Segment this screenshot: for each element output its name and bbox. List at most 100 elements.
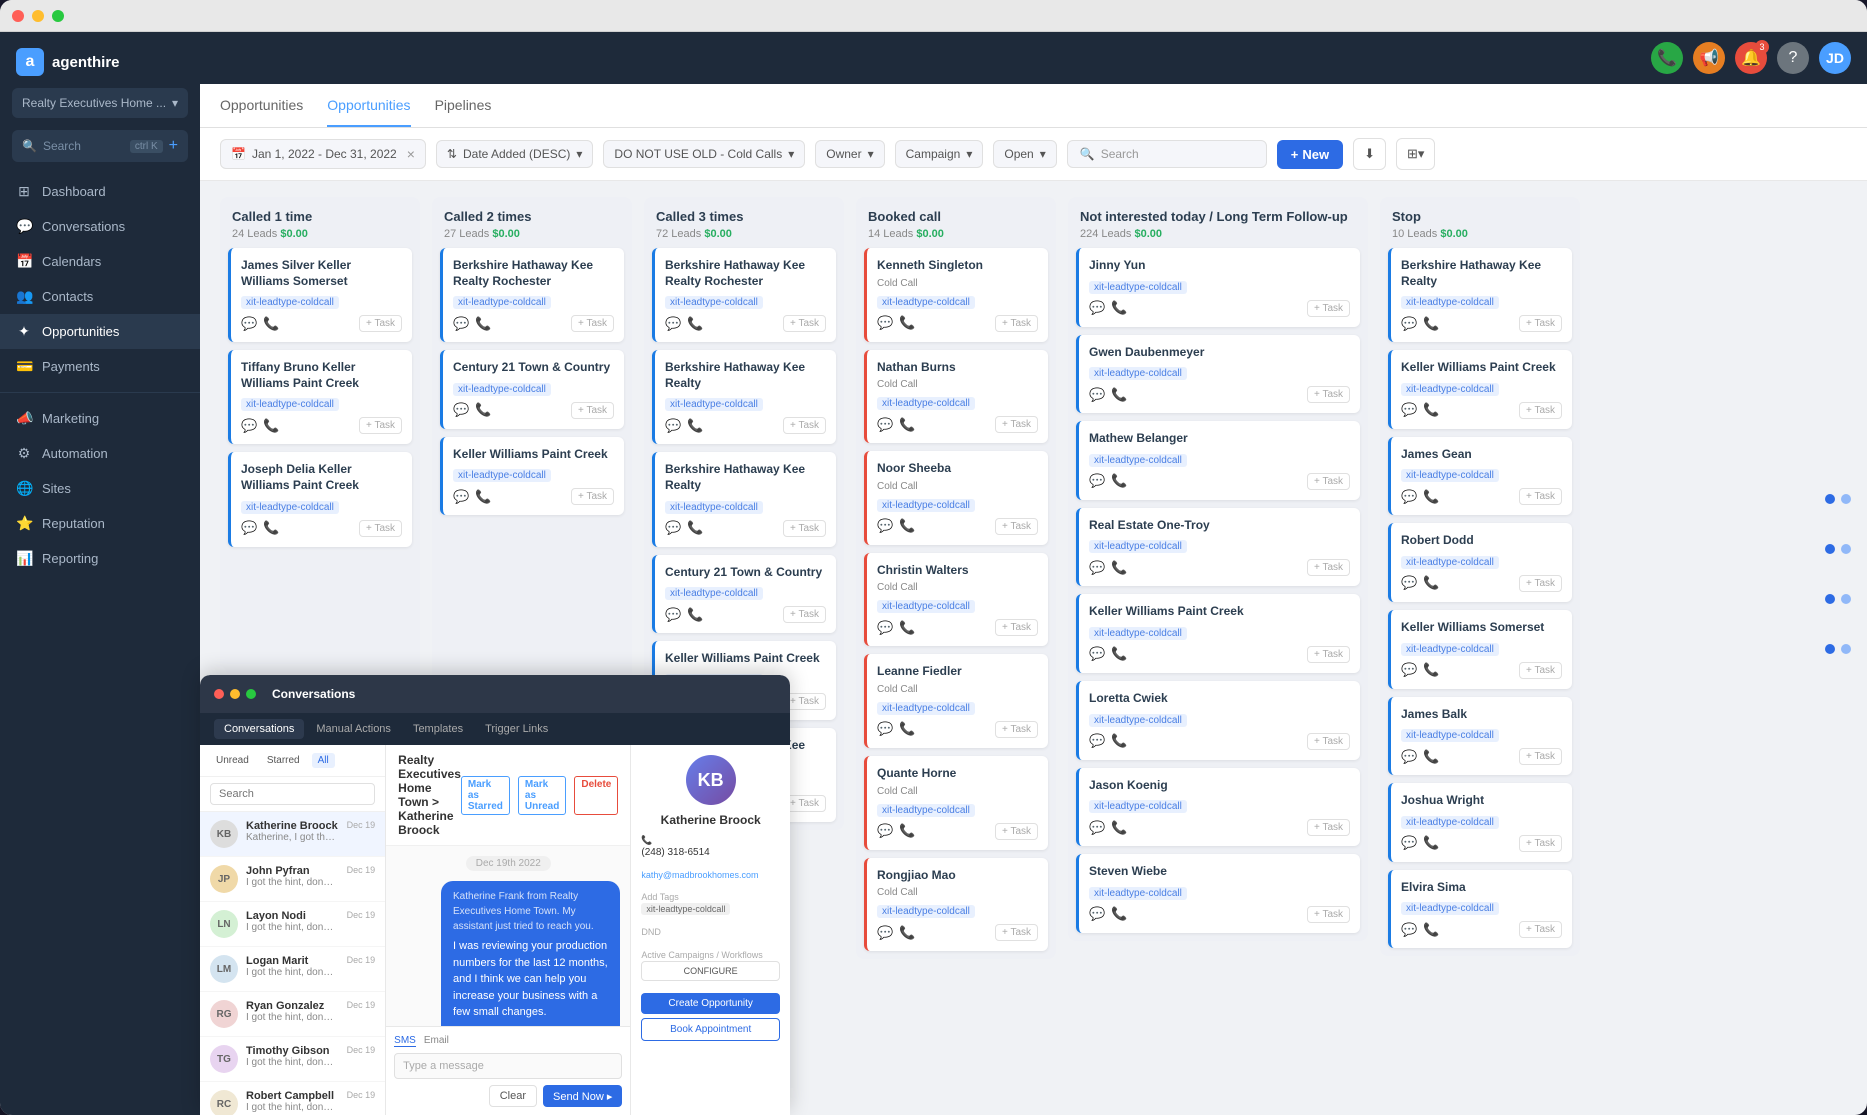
kanban-card[interactable]: Real Estate One-Troy xit-leadtype-coldca… [1076, 508, 1360, 587]
sidebar-item-contacts[interactable]: 👥 Contacts [0, 279, 200, 314]
phone-icon[interactable]: 📞 [475, 316, 491, 332]
sidebar-item-reputation[interactable]: ⭐ Reputation [0, 506, 200, 541]
add-task-button[interactable]: + Task [359, 417, 402, 434]
sms-tab[interactable]: SMS [394, 1035, 416, 1047]
chat-icon[interactable]: 💬 [877, 417, 893, 433]
kanban-card[interactable]: Keller Williams Somerset xit-leadtype-co… [1388, 610, 1572, 689]
chat-icon[interactable]: 💬 [877, 721, 893, 737]
sidebar-item-sites[interactable]: 🌐 Sites [0, 471, 200, 506]
help-button[interactable]: ? [1777, 42, 1809, 74]
kanban-card[interactable]: James Balk xit-leadtype-coldcall 💬 📞 + T… [1388, 697, 1572, 776]
mark-unread-button[interactable]: Mark as Unread [518, 776, 566, 815]
phone-icon[interactable]: 📞 [1111, 906, 1127, 922]
chat-icon[interactable]: 💬 [241, 520, 257, 536]
sort-filter[interactable]: ⇅ Date Added (DESC) ▾ [436, 140, 593, 168]
overlay-tab-manual-actions[interactable]: Manual Actions [306, 719, 401, 739]
chat-icon[interactable]: 💬 [665, 520, 681, 536]
chat-icon[interactable]: 💬 [665, 418, 681, 434]
kanban-card[interactable]: Loretta Cwiek xit-leadtype-coldcall 💬 📞 … [1076, 681, 1360, 760]
add-task-button[interactable]: + Task [359, 520, 402, 537]
chat-icon[interactable]: 💬 [877, 925, 893, 941]
close-button[interactable] [12, 10, 24, 22]
chat-icon[interactable]: 💬 [1089, 646, 1105, 662]
chat-icon[interactable]: 💬 [1401, 402, 1417, 418]
chat-icon[interactable]: 💬 [1089, 733, 1105, 749]
add-task-button[interactable]: + Task [1519, 748, 1562, 765]
add-task-button[interactable]: + Task [995, 924, 1038, 941]
add-task-button[interactable]: + Task [1519, 315, 1562, 332]
phone-icon[interactable]: 📞 [1111, 733, 1127, 749]
sidebar-item-conversations[interactable]: 💬 Conversations [0, 209, 200, 244]
kanban-card[interactable]: Joseph Delia Keller Williams Paint Creek… [228, 452, 412, 546]
campaign-filter[interactable]: Campaign ▾ [895, 140, 984, 168]
chat-icon[interactable]: 💬 [1401, 749, 1417, 765]
workspace-selector[interactable]: Realty Executives Home ... ▾ [12, 88, 188, 118]
add-task-button[interactable]: + Task [783, 315, 826, 332]
conv-item[interactable]: LM Logan Marit I got the hint, done a...… [200, 947, 385, 992]
conv-item[interactable]: KB Katherine Broock Katherine, I got the… [200, 812, 385, 857]
bell-button[interactable]: 🔔3 [1735, 42, 1767, 74]
kanban-card[interactable]: Mathew Belanger xit-leadtype-coldcall 💬 … [1076, 421, 1360, 500]
phone-icon[interactable]: 📞 [1111, 820, 1127, 836]
overlay-min-button[interactable] [230, 689, 240, 699]
sidebar-item-automation[interactable]: ⚙ Automation [0, 436, 200, 471]
kanban-card[interactable]: Berkshire Hathaway Kee Realty Rochester … [652, 248, 836, 342]
add-task-button[interactable]: + Task [995, 518, 1038, 535]
owner-filter[interactable]: Owner ▾ [815, 140, 884, 168]
chat-icon[interactable]: 💬 [241, 418, 257, 434]
kanban-card[interactable]: Christin Walters Cold Call xit-leadtype-… [864, 553, 1048, 647]
sidebar-item-payments[interactable]: 💳 Payments [0, 349, 200, 384]
chat-icon[interactable]: 💬 [1089, 387, 1105, 403]
add-task-button[interactable]: + Task [783, 520, 826, 537]
phone-icon[interactable]: 📞 [1111, 300, 1127, 316]
kanban-card[interactable]: Jason Koenig xit-leadtype-coldcall 💬 📞 +… [1076, 768, 1360, 847]
kanban-card[interactable]: Joshua Wright xit-leadtype-coldcall 💬 📞 … [1388, 783, 1572, 862]
chat-icon[interactable]: 💬 [665, 316, 681, 332]
chat-icon[interactable]: 💬 [453, 316, 469, 332]
chat-icon[interactable]: 💬 [877, 823, 893, 839]
kanban-card[interactable]: Century 21 Town & Country xit-leadtype-c… [440, 350, 624, 429]
conv-item[interactable]: TG Timothy Gibson I got the hint, done a… [200, 1037, 385, 1082]
phone-icon[interactable]: 📞 [263, 316, 279, 332]
kanban-card[interactable]: Noor Sheeba Cold Call xit-leadtype-coldc… [864, 451, 1048, 545]
phone-icon[interactable]: 📞 [263, 520, 279, 536]
phone-icon[interactable]: 📞 [1423, 489, 1439, 505]
add-task-button[interactable]: + Task [1307, 646, 1350, 663]
phone-icon[interactable]: 📞 [687, 316, 703, 332]
kanban-card[interactable]: Keller Williams Paint Creek xit-leadtype… [1388, 350, 1572, 429]
add-task-button[interactable]: + Task [783, 417, 826, 434]
overlay-max-button[interactable] [246, 689, 256, 699]
conv-search-input[interactable] [210, 783, 375, 805]
kanban-card[interactable]: Leanne Fiedler Cold Call xit-leadtype-co… [864, 654, 1048, 748]
chat-icon[interactable]: 💬 [1401, 835, 1417, 851]
add-task-button[interactable]: + Task [995, 619, 1038, 636]
phone-icon[interactable]: 📞 [899, 620, 915, 636]
sidebar-item-marketing[interactable]: 📣 Marketing [0, 401, 200, 436]
chat-icon[interactable]: 💬 [241, 316, 257, 332]
phone-icon[interactable]: 📞 [687, 418, 703, 434]
message-input[interactable]: Type a message [394, 1053, 622, 1079]
filter-unread[interactable]: Unread [210, 753, 255, 768]
phone-icon[interactable]: 📞 [1423, 662, 1439, 678]
phone-icon[interactable]: 📞 [899, 518, 915, 534]
add-task-button[interactable]: + Task [1519, 575, 1562, 592]
phone-icon[interactable]: 📞 [263, 418, 279, 434]
chat-icon[interactable]: 💬 [1089, 560, 1105, 576]
add-task-button[interactable]: + Task [783, 606, 826, 623]
kanban-card[interactable]: Gwen Daubenmeyer xit-leadtype-coldcall 💬… [1076, 335, 1360, 414]
chat-icon[interactable]: 💬 [453, 402, 469, 418]
sidebar-item-reporting[interactable]: 📊 Reporting [0, 541, 200, 576]
overlay-close-button[interactable] [214, 689, 224, 699]
new-button[interactable]: + New [1277, 140, 1343, 169]
kanban-card[interactable]: Elvira Sima xit-leadtype-coldcall 💬 📞 + … [1388, 870, 1572, 949]
sidebar-search[interactable]: 🔍 Search ctrl K + [12, 130, 188, 162]
phone-icon[interactable]: 📞 [1423, 835, 1439, 851]
download-button[interactable]: ⬇ [1353, 138, 1386, 170]
add-task-button[interactable]: + Task [995, 721, 1038, 738]
phone-icon[interactable]: 📞 [1423, 922, 1439, 938]
chat-icon[interactable]: 💬 [1089, 300, 1105, 316]
mark-starred-button[interactable]: Mark as Starred [461, 776, 510, 815]
chat-icon[interactable]: 💬 [1089, 473, 1105, 489]
chat-icon[interactable]: 💬 [1401, 922, 1417, 938]
phone-icon[interactable]: 📞 [1111, 387, 1127, 403]
